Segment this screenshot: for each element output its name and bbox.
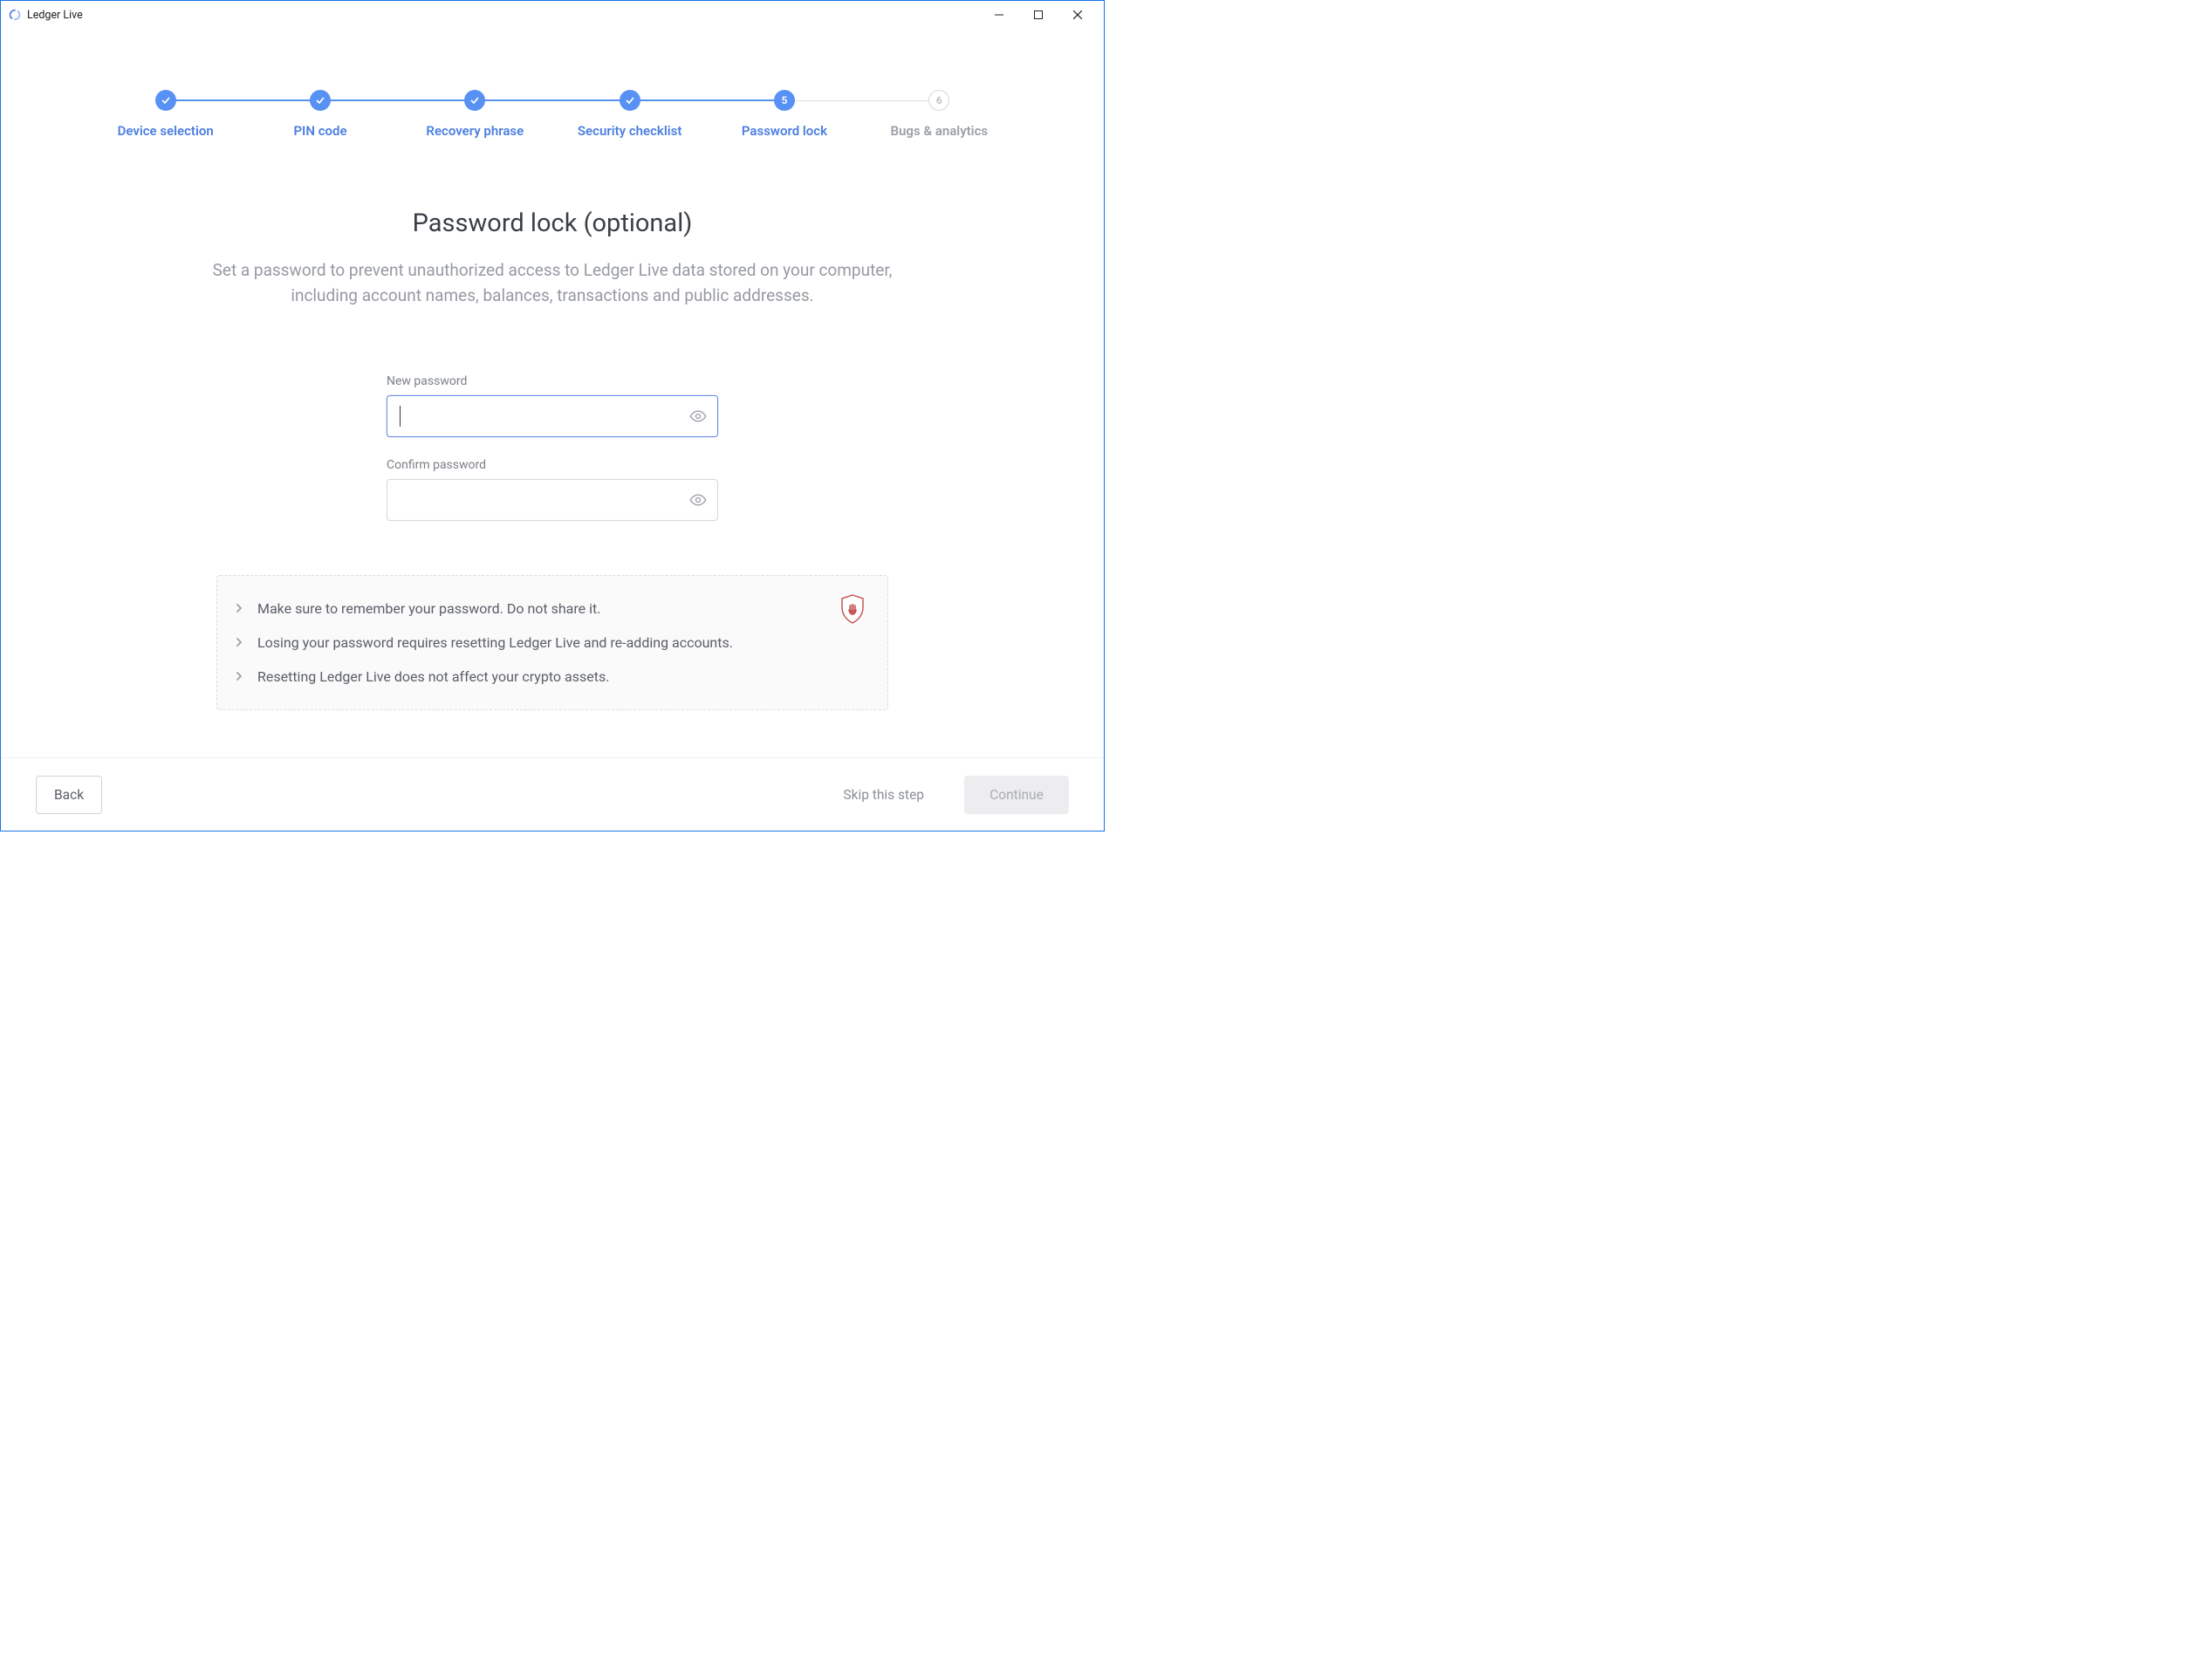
step-label: PIN code: [293, 123, 346, 139]
warning-text: Make sure to remember your password. Do …: [257, 600, 600, 617]
chevron-right-icon: [233, 671, 245, 681]
password-form: New password Confirm password: [387, 374, 718, 542]
warning-text: Losing your password requires resetting …: [257, 634, 733, 651]
chevron-right-icon: [233, 603, 245, 613]
step-3: Recovery phrase: [398, 90, 552, 139]
close-button[interactable]: [1058, 2, 1097, 28]
new-password-input[interactable]: [387, 395, 718, 437]
app-icon: [8, 8, 22, 22]
step-label: Bugs & analytics: [890, 123, 988, 139]
warning-item: Losing your password requires resetting …: [233, 634, 861, 651]
warning-item: Resetting Ledger Live does not affect yo…: [233, 668, 861, 685]
step-connector: [475, 99, 629, 101]
confirm-password-label: Confirm password: [387, 458, 718, 472]
skip-step-button[interactable]: Skip this step: [825, 776, 942, 814]
titlebar: Ledger Live: [1, 1, 1104, 29]
step-4: Security checklist: [552, 90, 707, 139]
step-connector: [784, 100, 939, 101]
back-button[interactable]: Back: [36, 776, 102, 814]
chevron-right-icon: [233, 637, 245, 647]
step-5: 5 Password lock: [707, 90, 861, 139]
warning-item: Make sure to remember your password. Do …: [233, 600, 861, 617]
step-connector: [630, 99, 784, 101]
new-password-label: New password: [387, 374, 718, 388]
step-connector: [166, 99, 320, 101]
check-icon: [155, 90, 176, 111]
step-label: Recovery phrase: [426, 123, 524, 139]
continue-button[interactable]: Continue: [964, 776, 1069, 814]
step-number-icon: 6: [928, 90, 949, 111]
toggle-visibility-icon[interactable]: [688, 490, 708, 510]
check-icon: [310, 90, 331, 111]
step-label: Device selection: [118, 123, 214, 139]
window-title: Ledger Live: [27, 9, 83, 22]
window-controls: [979, 2, 1097, 28]
confirm-password-input[interactable]: [387, 479, 718, 521]
onboarding-stepper: Device selection PIN code Recovery phrase S…: [1, 29, 1104, 139]
warning-box: Make sure to remember your password. Do …: [216, 575, 888, 710]
shield-hand-icon: [839, 593, 866, 625]
new-password-wrap: [387, 395, 718, 437]
footer: Back Skip this step Continue: [1, 757, 1104, 831]
maximize-button[interactable]: [1018, 2, 1058, 28]
check-icon: [464, 90, 485, 111]
step-connector: [320, 99, 475, 101]
text-cursor: [400, 406, 401, 427]
app-window: Ledger Live Device selection PIN code Reco…: [0, 0, 1105, 832]
check-icon: [620, 90, 640, 111]
content-area: Device selection PIN code Recovery phrase S…: [1, 29, 1104, 831]
toggle-visibility-icon[interactable]: [688, 407, 708, 426]
step-label: Security checklist: [578, 123, 681, 139]
minimize-button[interactable]: [979, 2, 1018, 28]
page-description: Set a password to prevent unauthorized a…: [212, 257, 893, 309]
main: Password lock (optional) Set a password …: [1, 139, 1104, 757]
step-label: Password lock: [742, 123, 827, 139]
warning-text: Resetting Ledger Live does not affect yo…: [257, 668, 609, 685]
page-title: Password lock (optional): [413, 209, 693, 238]
step-1: Device selection: [88, 90, 243, 139]
step-6: 6 Bugs & analytics: [862, 90, 1017, 139]
step-2: PIN code: [243, 90, 397, 139]
step-number-icon: 5: [774, 90, 795, 111]
confirm-password-wrap: [387, 479, 718, 521]
